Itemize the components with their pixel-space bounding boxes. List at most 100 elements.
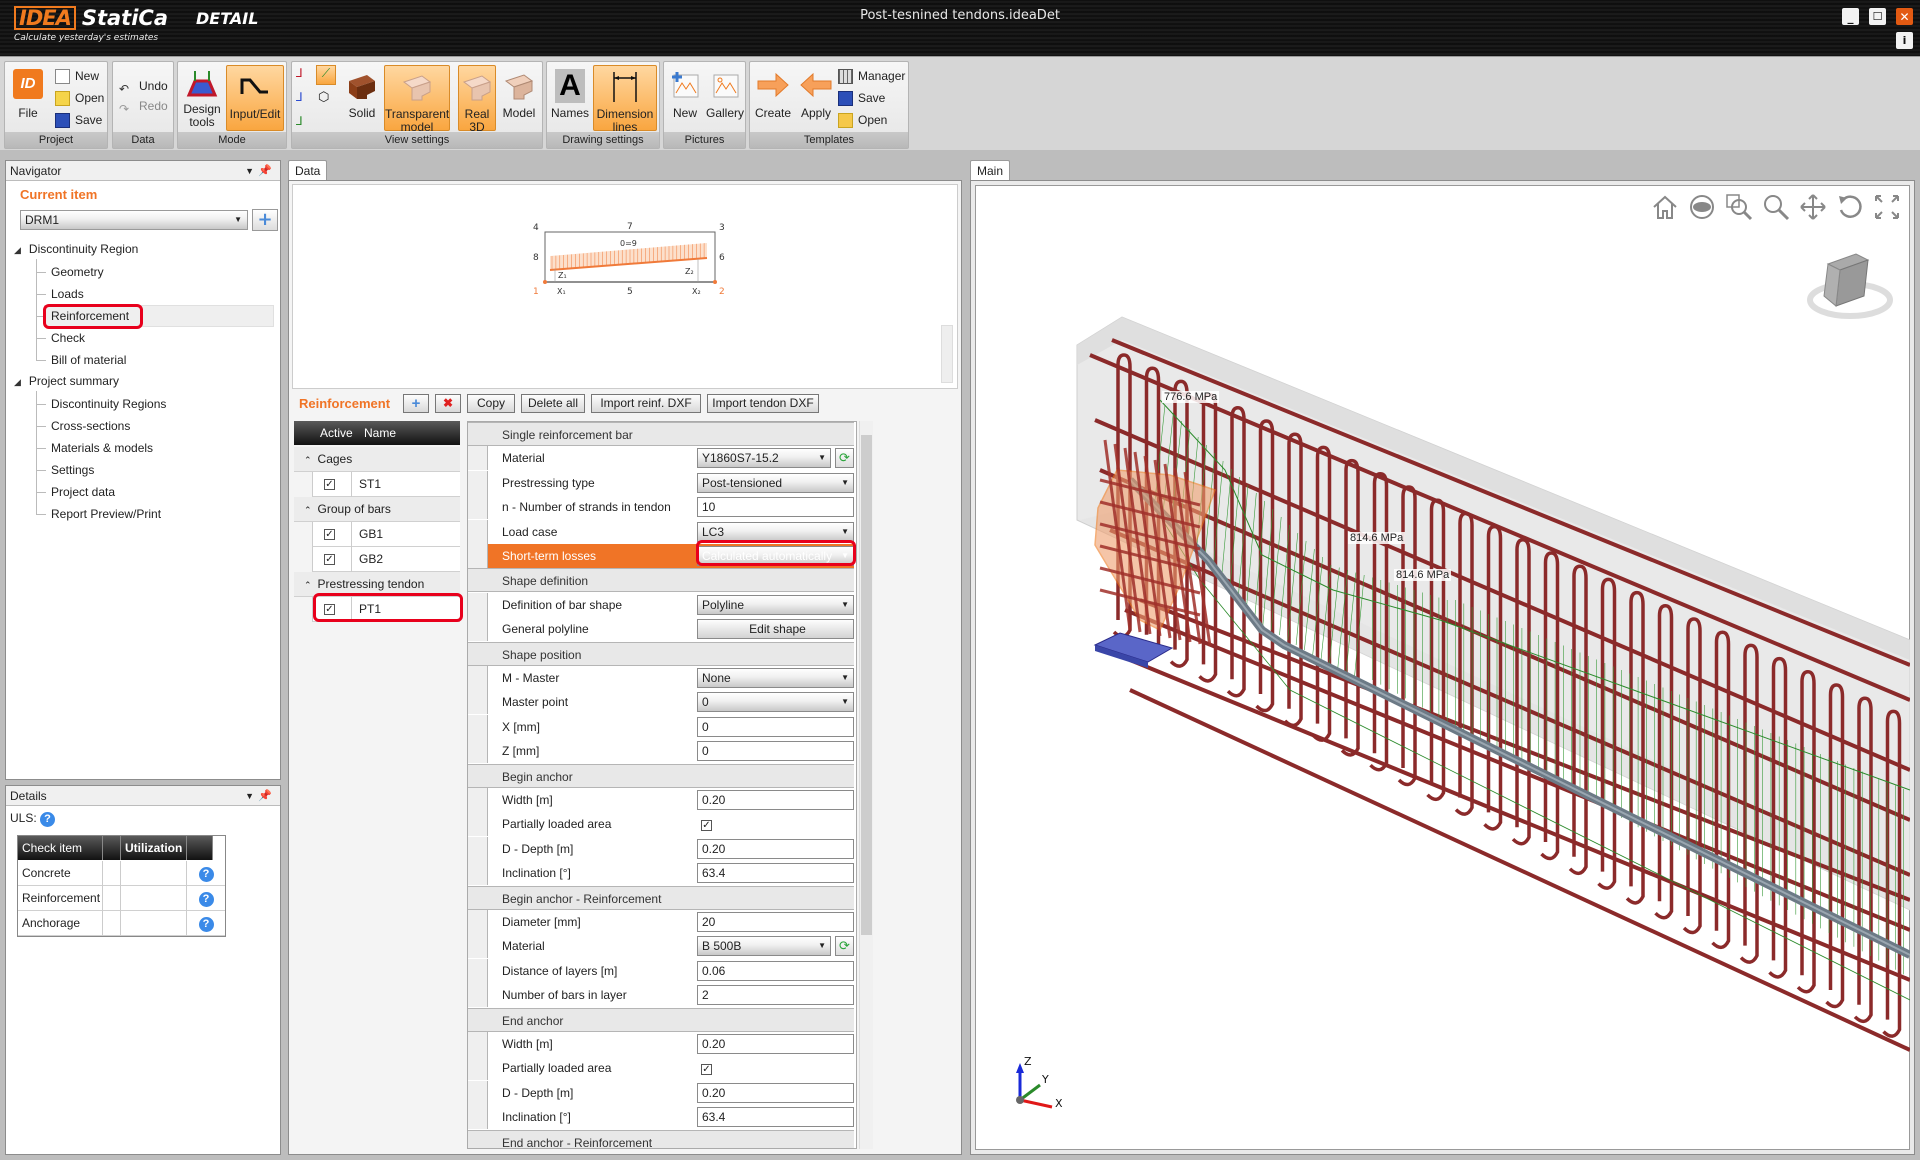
undo-button[interactable]: ↶ Undo (119, 76, 168, 96)
property-input[interactable]: 0.06 (697, 960, 854, 981)
group-row[interactable]: ⌃ Group of bars (294, 497, 460, 522)
property-dropdown[interactable]: Post-tensioned ▼ (697, 472, 854, 493)
property-dropdown[interactable]: Y1860S7-15.2 ▼ (697, 448, 831, 469)
design-tools-button[interactable]: Design tools (180, 65, 224, 131)
template-manager-button[interactable]: Manager (838, 66, 905, 86)
property-dropdown[interactable]: 0 ▼ (697, 692, 854, 713)
delete-all-button[interactable]: Delete all (521, 394, 585, 413)
scrollbar-thumb[interactable] (861, 435, 872, 935)
tree-section[interactable]: ◢ Discontinuity Region (14, 239, 138, 259)
reinforcement-item-row[interactable]: ✓ GB1 (312, 522, 460, 547)
close-icon[interactable]: ✕ (1896, 8, 1913, 25)
nav-item-project-data[interactable]: Project data (51, 482, 115, 502)
properties-scrollbar[interactable] (859, 421, 873, 1149)
property-input[interactable]: 0 (697, 741, 854, 762)
solid-button[interactable]: Solid (342, 65, 382, 131)
property-input[interactable]: 0 (697, 716, 854, 737)
nav-item-geometry[interactable]: Geometry (51, 262, 104, 282)
nav-item-discontinuity-regions[interactable]: Discontinuity Regions (51, 394, 166, 414)
property-dropdown[interactable]: B 500B ▼ (697, 936, 831, 957)
names-button[interactable]: A Names (549, 65, 591, 131)
partially-loaded-checkbox[interactable]: ✓ (701, 819, 712, 831)
current-item-dropdown[interactable]: DRM1 ▼ (20, 210, 248, 230)
tree-section[interactable]: ◢ Project summary (14, 371, 119, 391)
partially-loaded-checkbox[interactable]: ✓ (701, 1063, 712, 1075)
collapse-icon[interactable]: ⌃ (304, 505, 312, 515)
reinforcement-item-row[interactable]: ✓ GB2 (312, 547, 460, 572)
dropdown-icon[interactable]: ▼ (245, 161, 254, 181)
collapse-icon[interactable]: ◢ (14, 377, 21, 387)
model-button[interactable]: Model (498, 65, 540, 131)
template-save-button[interactable]: Save (838, 88, 885, 108)
save-project-button[interactable]: Save (55, 110, 102, 130)
help-icon[interactable]: ? (198, 867, 214, 882)
new-project-button[interactable]: New (55, 66, 99, 86)
nav-item-bill-of-material[interactable]: Bill of material (51, 350, 126, 370)
property-input[interactable]: 0.20 (697, 790, 854, 810)
property-input[interactable]: 2 (697, 985, 854, 1006)
refresh-icon[interactable]: ⟳ (835, 448, 854, 469)
tab-main[interactable]: Main (970, 160, 1011, 181)
minimize-icon[interactable]: _ (1842, 8, 1859, 25)
pin-icon[interactable]: 📌 (258, 161, 272, 181)
help-icon[interactable]: ? (198, 917, 214, 932)
collapse-icon[interactable]: ⌃ (304, 580, 312, 590)
copy-button[interactable]: Copy (467, 394, 515, 413)
axis-xy-icon[interactable]: ⅃ (296, 66, 314, 84)
apply-template-button[interactable]: Apply (796, 65, 836, 131)
add-item-button[interactable]: + (252, 209, 278, 231)
property-dropdown[interactable]: Polyline ▼ (697, 594, 854, 615)
help-icon[interactable]: ? (198, 892, 214, 907)
view-cube-icon[interactable]: ⬡ (318, 90, 336, 108)
transparent-model-button[interactable]: Transparent model (384, 65, 450, 134)
nav-item-cross-sections[interactable]: Cross-sections (51, 416, 130, 436)
nav-item-loads[interactable]: Loads (51, 284, 84, 304)
active-checkbox[interactable]: ✓ (324, 554, 335, 566)
dimension-lines-button[interactable]: Dimension lines (593, 65, 657, 134)
group-row[interactable]: ⌃ Cages (294, 447, 460, 472)
import-tendon-dxf-button[interactable]: Import tendon DXF (707, 394, 819, 413)
real-3d-button[interactable]: Real 3D (458, 65, 496, 134)
create-template-button[interactable]: Create (752, 65, 794, 131)
diagram-scrollbar[interactable] (941, 325, 953, 383)
property-dropdown[interactable]: None ▼ (697, 668, 854, 688)
dropdown-icon[interactable]: ▼ (245, 786, 254, 806)
nav-item-settings[interactable]: Settings (51, 460, 94, 480)
property-input[interactable]: 20 (697, 912, 854, 932)
nav-item-check[interactable]: Check (51, 328, 85, 348)
import-reinf-dxf-button[interactable]: Import reinf. DXF (591, 394, 701, 413)
property-dropdown[interactable]: LC3 ▼ (697, 521, 854, 542)
input-edit-button[interactable]: Input/Edit (226, 65, 284, 131)
info-icon[interactable]: i (1896, 32, 1913, 49)
property-input[interactable]: 10 (697, 497, 854, 518)
file-button[interactable]: ID File (7, 65, 49, 131)
template-open-button[interactable]: Open (838, 110, 887, 130)
active-checkbox[interactable]: ✓ (324, 529, 335, 541)
axis-xz-icon[interactable]: ⅃ (296, 90, 314, 108)
delete-reinforcement-button[interactable]: ✖ (435, 394, 461, 413)
property-input[interactable]: 0.20 (697, 1082, 854, 1103)
property-input[interactable]: 63.4 (697, 863, 854, 884)
refresh-icon[interactable]: ⟳ (835, 936, 854, 957)
property-input[interactable]: 0.20 (697, 838, 854, 859)
gallery-button[interactable]: Gallery (706, 65, 744, 131)
redo-button[interactable]: ↷ Redo (119, 96, 168, 116)
property-input[interactable]: 63.4 (697, 1107, 854, 1128)
property-input[interactable]: 0.20 (697, 1034, 854, 1054)
edit-shape-button[interactable]: Edit shape (697, 619, 854, 640)
collapse-icon[interactable]: ◢ (14, 245, 21, 255)
active-checkbox[interactable]: ✓ (324, 479, 335, 491)
collapse-icon[interactable]: ⌃ (304, 455, 312, 465)
nav-item-report-preview-print[interactable]: Report Preview/Print (51, 504, 161, 524)
pin-icon[interactable]: 📌 (258, 786, 272, 806)
new-picture-button[interactable]: New (666, 65, 704, 131)
axis-iso-icon[interactable]: ⟋ (316, 65, 336, 85)
maximize-icon[interactable]: ☐ (1869, 8, 1886, 25)
axis-yz-icon[interactable]: ⅃ (296, 114, 314, 132)
tab-data[interactable]: Data (288, 160, 328, 181)
reinforcement-item-row[interactable]: ✓ ST1 (312, 472, 460, 497)
add-reinforcement-button[interactable]: + (403, 394, 429, 413)
help-icon[interactable]: ? (40, 812, 56, 827)
nav-item-materials-models[interactable]: Materials & models (51, 438, 153, 458)
open-project-button[interactable]: Open (55, 88, 104, 108)
